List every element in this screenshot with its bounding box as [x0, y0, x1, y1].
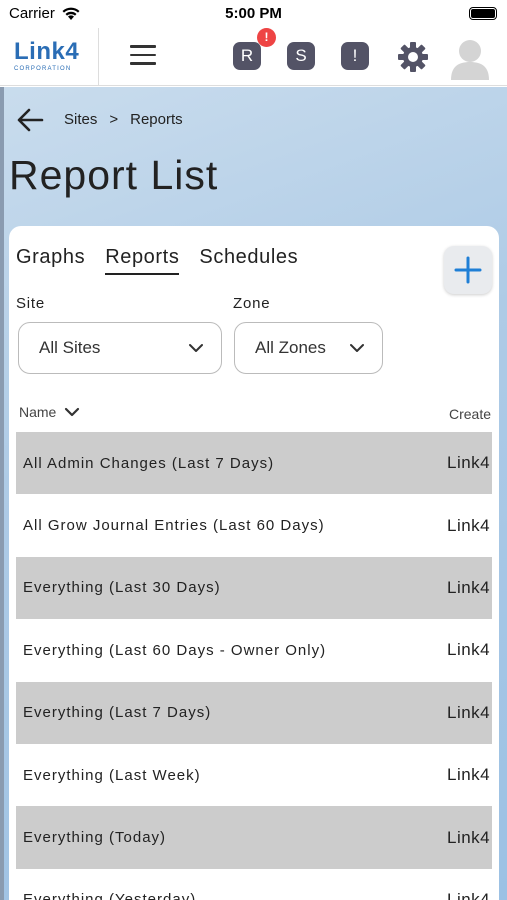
zone-dropdown[interactable]: All Zones [234, 322, 383, 374]
site-dropdown[interactable]: All Sites [18, 322, 222, 374]
name-column-label: Name [19, 404, 57, 420]
gear-icon[interactable] [396, 40, 430, 74]
report-name: Everything (Yesterday) [23, 891, 197, 900]
table-row[interactable]: All Admin Changes (Last 7 Days) Link4 [16, 432, 492, 495]
breadcrumb-reports: Reports [130, 111, 183, 128]
notification-badge: ! [257, 28, 276, 47]
logo-text: Link4 [14, 38, 80, 65]
chevron-down-icon [189, 344, 203, 352]
table-row[interactable]: Everything (Yesterday) Link4 [16, 869, 492, 900]
report-creator: Link4 [447, 827, 491, 847]
plus-icon [454, 256, 482, 284]
tab-reports[interactable]: Reports [105, 246, 180, 275]
zone-dropdown-value: All Zones [255, 338, 326, 357]
tab-bar: Graphs Reports Schedules [16, 246, 298, 275]
report-creator: Link4 [447, 577, 491, 597]
table-row[interactable]: Everything (Today) Link4 [16, 806, 492, 869]
battery-icon [469, 7, 497, 20]
report-creator: Link4 [447, 515, 491, 535]
zone-filter-label: Zone [233, 295, 271, 312]
schedule-badge-button[interactable]: S [287, 42, 315, 70]
breadcrumb-sites[interactable]: Sites [64, 111, 97, 128]
chevron-down-icon [350, 344, 364, 352]
report-creator: Link4 [447, 640, 491, 660]
tab-schedules[interactable]: Schedules [199, 246, 298, 275]
link4-logo[interactable]: Link4 CORPORATION [14, 40, 86, 74]
header-divider [98, 28, 99, 86]
table-row[interactable]: Everything (Last 7 Days) Link4 [16, 681, 492, 744]
table-row[interactable]: Everything (Last Week) Link4 [16, 744, 492, 806]
name-column-header[interactable]: Name [19, 404, 80, 420]
tab-graphs[interactable]: Graphs [16, 246, 85, 275]
report-creator: Link4 [447, 889, 491, 900]
page-title: Report List [9, 152, 219, 198]
back-arrow-icon[interactable] [16, 106, 44, 134]
report-name: All Admin Changes (Last 7 Days) [23, 454, 275, 472]
menu-icon[interactable] [130, 45, 156, 67]
status-bar: Carrier 5:00 PM [0, 0, 507, 28]
report-creator: Link4 [447, 765, 491, 785]
creator-column-header[interactable]: Create [449, 406, 493, 422]
report-name: Everything (Last 30 Days) [23, 579, 221, 597]
breadcrumb-separator: > [109, 111, 119, 128]
alert-badge-button[interactable]: ! [341, 42, 369, 70]
table-row[interactable]: Everything (Last 60 Days - Owner Only) L… [16, 619, 492, 681]
report-name: Everything (Last 7 Days) [23, 704, 212, 722]
report-creator: Link4 [447, 702, 491, 722]
breadcrumb: Sites > Reports [64, 111, 183, 128]
report-name: Everything (Today) [23, 829, 167, 847]
avatar-icon[interactable] [449, 36, 491, 80]
site-dropdown-value: All Sites [39, 338, 101, 357]
sort-chevron-icon [65, 407, 80, 417]
report-name: All Grow Journal Entries (Last 60 Days) [23, 517, 325, 535]
report-creator: Link4 [447, 453, 491, 473]
add-report-button[interactable] [444, 246, 492, 294]
table-row[interactable]: Everything (Last 30 Days) Link4 [16, 556, 492, 620]
site-filter-label: Site [16, 295, 46, 312]
logo-subtitle: CORPORATION [14, 66, 72, 72]
table-row[interactable]: All Grow Journal Entries (Last 60 Days) … [16, 494, 492, 556]
report-badge-button[interactable]: R [233, 42, 261, 70]
report-name: Everything (Last 60 Days - Owner Only) [23, 641, 327, 659]
left-edge-bar [0, 87, 4, 900]
report-list: All Admin Changes (Last 7 Days) Link4 Al… [16, 432, 492, 900]
status-time: 5:00 PM [225, 5, 282, 22]
app-header: Link4 CORPORATION R ! S ! [0, 28, 507, 86]
report-name: Everything (Last Week) [23, 766, 201, 784]
